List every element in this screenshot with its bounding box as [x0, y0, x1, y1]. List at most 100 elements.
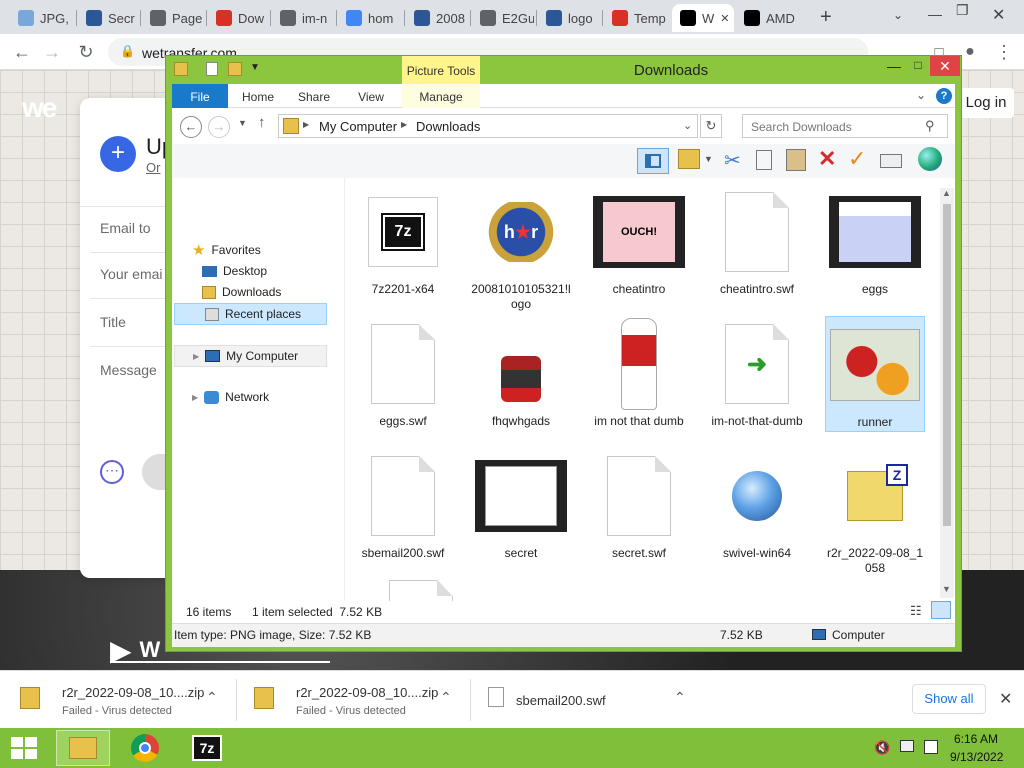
- tab-manage[interactable]: Manage: [402, 84, 480, 108]
- close-shelf-icon[interactable]: ✕: [999, 689, 1012, 709]
- browser-tab[interactable]: 2008: [406, 4, 468, 32]
- file-item[interactable]: eggs.swf: [353, 316, 453, 429]
- wetransfer-logo[interactable]: we: [22, 92, 57, 124]
- up-icon[interactable]: ↑: [258, 114, 266, 131]
- tab-home[interactable]: Home: [234, 84, 282, 108]
- file-item[interactable]: swivel-win64: [707, 448, 807, 561]
- message-field[interactable]: Message: [100, 362, 157, 378]
- browser-tab[interactable]: W ✕: [672, 4, 734, 32]
- tab-view[interactable]: View: [348, 84, 394, 108]
- browser-tab[interactable]: Dow: [208, 4, 270, 32]
- new-tab-button[interactable]: +: [820, 6, 832, 29]
- file-item[interactable]: sbemail200.swf: [353, 448, 453, 561]
- details-view-icon[interactable]: ☷: [910, 603, 922, 619]
- scroll-down-icon[interactable]: ▼: [942, 584, 951, 594]
- chevron-down-icon[interactable]: ▼: [704, 154, 713, 164]
- taskbar-7zip[interactable]: 7z: [180, 730, 234, 766]
- browser-tab[interactable]: Temp: [604, 4, 666, 32]
- restore-browser-button[interactable]: ❐: [956, 2, 969, 19]
- file-item[interactable]: [371, 580, 471, 601]
- help-icon[interactable]: ?: [936, 88, 952, 104]
- search-box[interactable]: Search Downloads ⚲: [742, 114, 948, 138]
- chevron-up-icon[interactable]: ⌃: [674, 689, 686, 706]
- reload-icon[interactable]: ↻: [72, 38, 100, 66]
- download-item[interactable]: r2r_2022-09-08_10....zip Failed - Virus …: [14, 679, 239, 721]
- scrollbar-thumb[interactable]: [943, 204, 951, 526]
- browser-tab[interactable]: JPG,: [10, 4, 72, 32]
- tab-share[interactable]: Share: [292, 84, 336, 108]
- chevron-down-icon[interactable]: ⌄: [683, 119, 692, 132]
- file-item[interactable]: 7z 7z2201-x64: [353, 184, 453, 297]
- taskbar-explorer[interactable]: [56, 730, 110, 766]
- title-field[interactable]: Title: [100, 314, 126, 330]
- start-button[interactable]: [2, 730, 46, 766]
- minimize-browser-button[interactable]: —: [928, 6, 942, 22]
- paste-icon[interactable]: [786, 149, 806, 171]
- download-item[interactable]: sbemail200.swf ⌃: [482, 679, 707, 721]
- new-folder-icon[interactable]: [228, 62, 242, 76]
- browser-tab[interactable]: logo: [538, 4, 600, 32]
- properties-icon[interactable]: [206, 62, 218, 76]
- properties-folder-icon[interactable]: [678, 149, 700, 169]
- refresh-icon[interactable]: ↻: [700, 114, 722, 138]
- show-all-button[interactable]: Show all: [912, 684, 986, 714]
- back-icon[interactable]: ←: [180, 116, 202, 138]
- file-item[interactable]: runner: [825, 316, 925, 432]
- rename-check-icon[interactable]: ✓: [848, 146, 866, 172]
- close-button[interactable]: ✕: [930, 56, 960, 76]
- tab-search-icon[interactable]: ⌄: [893, 8, 903, 22]
- browser-tab[interactable]: AMD: [736, 4, 806, 32]
- add-files-button[interactable]: +: [100, 136, 136, 172]
- menu-icon[interactable]: ⋮: [990, 38, 1018, 66]
- download-item[interactable]: r2r_2022-09-08_10....zip Failed - Virus …: [248, 679, 473, 721]
- close-tab-icon[interactable]: ✕: [720, 12, 729, 25]
- preview-pane-icon[interactable]: [637, 148, 669, 174]
- browser-tab[interactable]: im-n: [272, 4, 334, 32]
- select-icon[interactable]: [880, 154, 902, 168]
- copy-icon[interactable]: [756, 150, 772, 170]
- play-control[interactable]: ▶ W: [110, 630, 170, 670]
- expand-arrow-icon[interactable]: ▶: [192, 393, 198, 402]
- chevron-up-icon[interactable]: ⌃: [440, 689, 452, 706]
- action-center-icon[interactable]: [924, 740, 938, 754]
- file-item[interactable]: im not that dumb: [589, 316, 689, 429]
- forward-icon[interactable]: →: [38, 38, 66, 66]
- breadcrumb-downloads[interactable]: Downloads: [416, 119, 480, 134]
- upload-folder-link[interactable]: Or: [146, 160, 160, 175]
- nav-desktop[interactable]: Desktop: [172, 261, 327, 281]
- file-item[interactable]: h ★ r 20081010105321!logo: [471, 184, 571, 312]
- file-item[interactable]: eggs: [825, 184, 925, 297]
- browser-tab[interactable]: E2Gu: [472, 4, 534, 32]
- address-breadcrumb[interactable]: ▶ My Computer ▶ Downloads ⌄: [278, 114, 698, 138]
- email-to-field[interactable]: Email to: [100, 220, 151, 236]
- file-item[interactable]: OUCH! cheatintro: [589, 184, 689, 297]
- login-button[interactable]: Log in: [958, 88, 1014, 118]
- file-item[interactable]: Zr2r_2022-09-08_1058: [825, 448, 925, 576]
- cut-icon[interactable]: ✂: [724, 148, 741, 173]
- customize-qat-icon[interactable]: ▼: [250, 62, 260, 73]
- nav-my-computer[interactable]: ▶ My Computer: [174, 345, 327, 367]
- file-item[interactable]: fhqwhgads: [471, 316, 571, 429]
- globe-icon[interactable]: [918, 147, 942, 171]
- delete-icon[interactable]: ✕: [818, 146, 836, 172]
- more-options-icon[interactable]: ⋯: [100, 460, 124, 484]
- taskbar-chrome[interactable]: [118, 730, 172, 766]
- forward-icon[interactable]: →: [208, 116, 230, 138]
- close-browser-button[interactable]: ✕: [992, 5, 1005, 25]
- file-item[interactable]: cheatintro.swf: [707, 184, 807, 297]
- large-icons-view-icon[interactable]: [931, 601, 951, 619]
- minimize-button[interactable]: —: [882, 58, 906, 76]
- clock-time[interactable]: 6:16 AM: [954, 732, 998, 746]
- back-icon[interactable]: ←: [8, 38, 36, 66]
- browser-tab[interactable]: Page: [142, 4, 204, 32]
- browser-tab[interactable]: hom: [338, 4, 400, 32]
- nav-recent-places[interactable]: Recent places: [174, 303, 327, 325]
- nav-downloads[interactable]: Downloads: [172, 282, 327, 302]
- file-item[interactable]: secret.swf: [589, 448, 689, 561]
- tab-file[interactable]: File: [172, 84, 228, 108]
- chevron-up-icon[interactable]: ⌃: [206, 689, 218, 706]
- expand-arrow-icon[interactable]: ▶: [193, 352, 199, 361]
- nav-favorites[interactable]: ★ Favorites: [172, 240, 327, 260]
- file-item[interactable]: secret: [471, 448, 571, 561]
- file-item[interactable]: ➜ im-not-that-dumb: [707, 316, 807, 429]
